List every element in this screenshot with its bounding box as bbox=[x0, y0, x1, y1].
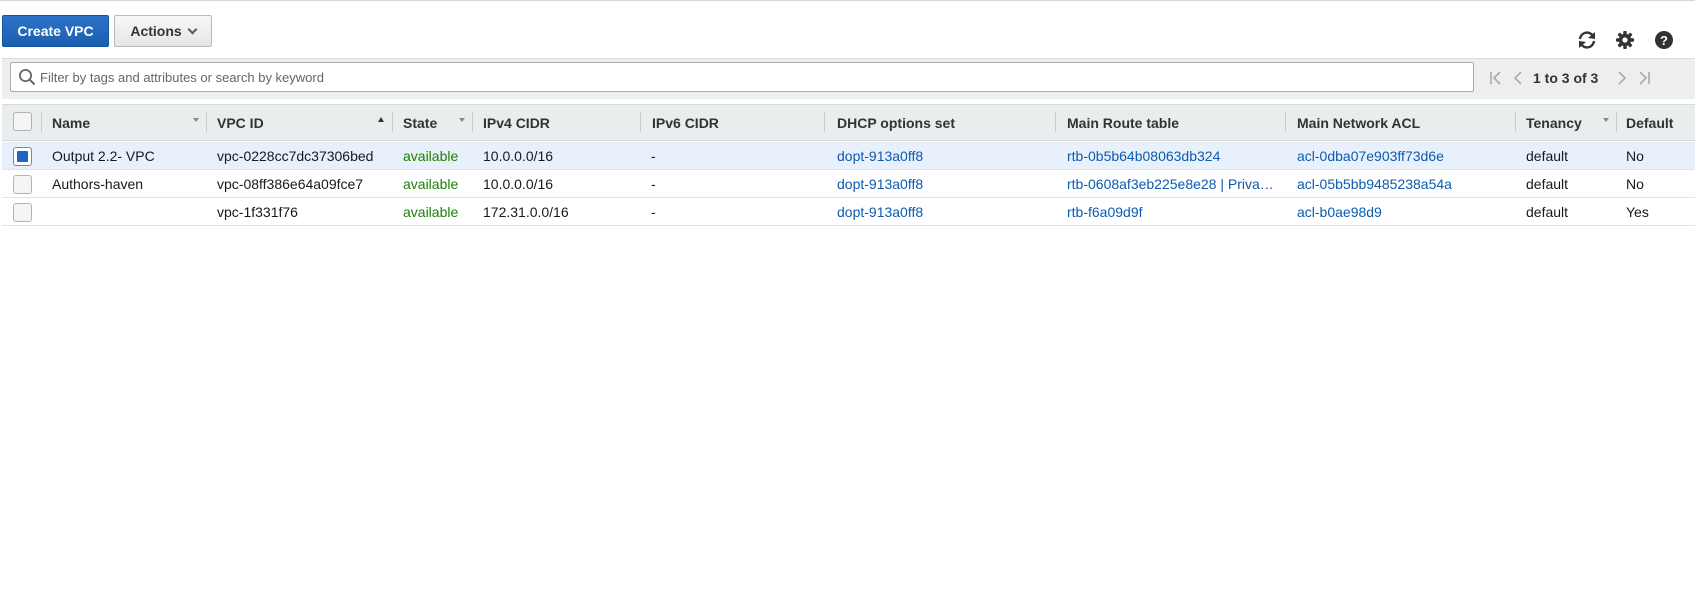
cell-state: available bbox=[403, 148, 459, 164]
cell-default: No bbox=[1626, 148, 1644, 164]
actions-label: Actions bbox=[130, 23, 182, 39]
column-header-state[interactable]: State bbox=[403, 104, 437, 141]
dhcp-options-link[interactable]: dopt-913a0ff8 bbox=[837, 142, 923, 170]
column-divider bbox=[1616, 112, 1617, 132]
first-page-icon[interactable] bbox=[1488, 66, 1504, 90]
sort-icon[interactable] bbox=[193, 118, 199, 122]
column-header-ipv4-cidr[interactable]: IPv4 CIDR bbox=[483, 104, 550, 141]
column-header-ipv6-cidr[interactable]: IPv6 CIDR bbox=[652, 104, 719, 141]
cell-tenancy: default bbox=[1526, 148, 1569, 164]
svg-text:?: ? bbox=[1660, 33, 1668, 48]
cell-ipv6-cidr: - bbox=[651, 176, 656, 192]
route-table-link[interactable]: rtb-f6a09d9f bbox=[1067, 198, 1143, 226]
cell-default: Yes bbox=[1626, 204, 1649, 220]
pagination-status: 1 to 3 of 3 bbox=[1533, 70, 1599, 86]
column-header-name[interactable]: Name bbox=[52, 104, 90, 141]
search-box[interactable] bbox=[10, 62, 1474, 92]
sort-icon[interactable] bbox=[1603, 118, 1609, 122]
cell-vpc-id: vpc-1f331f76 bbox=[217, 204, 298, 220]
column-divider bbox=[472, 112, 473, 132]
dhcp-options-link[interactable]: dopt-913a0ff8 bbox=[837, 198, 923, 226]
row-checkbox[interactable] bbox=[13, 175, 32, 194]
column-divider bbox=[41, 112, 42, 132]
network-acl-link[interactable]: acl-b0ae98d9 bbox=[1297, 198, 1382, 226]
column-header-tenancy[interactable]: Tenancy bbox=[1526, 104, 1582, 141]
column-header-main-route-table[interactable]: Main Route table bbox=[1067, 104, 1179, 141]
column-divider bbox=[1515, 112, 1516, 132]
cell-name: Output 2.2- VPC bbox=[52, 148, 155, 164]
sort-icon[interactable] bbox=[459, 118, 465, 122]
column-header-default[interactable]: Default bbox=[1626, 104, 1673, 141]
last-page-icon[interactable] bbox=[1636, 66, 1652, 90]
gear-icon[interactable] bbox=[1613, 28, 1637, 52]
select-all-checkbox[interactable] bbox=[13, 112, 32, 131]
cell-default: No bbox=[1626, 176, 1644, 192]
cell-vpc-id: vpc-08ff386e64a09fce7 bbox=[217, 176, 364, 192]
column-divider bbox=[824, 112, 825, 132]
cell-ipv6-cidr: - bbox=[651, 148, 656, 164]
row-checkbox[interactable] bbox=[13, 203, 32, 222]
dhcp-options-link[interactable]: dopt-913a0ff8 bbox=[837, 170, 923, 198]
column-header-main-network-acl[interactable]: Main Network ACL bbox=[1297, 104, 1420, 141]
cell-state: available bbox=[403, 204, 459, 220]
cell-tenancy: default bbox=[1526, 176, 1569, 192]
route-table-link[interactable]: rtb-0608af3eb225e8e28 | Priva… bbox=[1067, 170, 1274, 198]
create-vpc-button[interactable]: Create VPC bbox=[2, 15, 109, 47]
row-checkbox[interactable] bbox=[13, 147, 32, 166]
column-divider bbox=[206, 112, 207, 132]
cell-name: Authors-haven bbox=[52, 176, 144, 192]
top-divider bbox=[0, 0, 1695, 1]
column-divider bbox=[640, 112, 641, 132]
cell-ipv4-cidr: 10.0.0.0/16 bbox=[483, 148, 554, 164]
column-header-vpc-id[interactable]: VPC ID bbox=[217, 104, 264, 141]
column-divider bbox=[392, 112, 393, 132]
cell-ipv4-cidr: 172.31.0.0/16 bbox=[483, 204, 569, 220]
cell-ipv6-cidr: - bbox=[651, 204, 656, 220]
refresh-icon[interactable] bbox=[1575, 28, 1599, 52]
column-divider bbox=[1285, 112, 1286, 132]
sort-ascending-icon[interactable] bbox=[378, 117, 384, 122]
search-icon bbox=[11, 68, 36, 86]
column-divider bbox=[1055, 112, 1056, 132]
cell-state: available bbox=[403, 176, 459, 192]
help-icon[interactable]: ? bbox=[1652, 28, 1676, 52]
cell-ipv4-cidr: 10.0.0.0/16 bbox=[483, 176, 554, 192]
cell-tenancy: default bbox=[1526, 204, 1569, 220]
search-input[interactable] bbox=[36, 63, 1473, 91]
cell-vpc-id: vpc-0228cc7dc37306bed bbox=[217, 148, 374, 164]
chevron-down-icon bbox=[187, 24, 198, 34]
prev-page-icon[interactable] bbox=[1510, 66, 1526, 90]
column-header-dhcp-options[interactable]: DHCP options set bbox=[837, 104, 955, 141]
actions-dropdown-button[interactable]: Actions bbox=[114, 15, 212, 47]
network-acl-link[interactable]: acl-0dba07e903ff73d6e bbox=[1297, 142, 1444, 170]
next-page-icon[interactable] bbox=[1614, 66, 1630, 90]
route-table-link[interactable]: rtb-0b5b64b08063db324 bbox=[1067, 142, 1220, 170]
network-acl-link[interactable]: acl-05b5bb9485238a54a bbox=[1297, 170, 1452, 198]
